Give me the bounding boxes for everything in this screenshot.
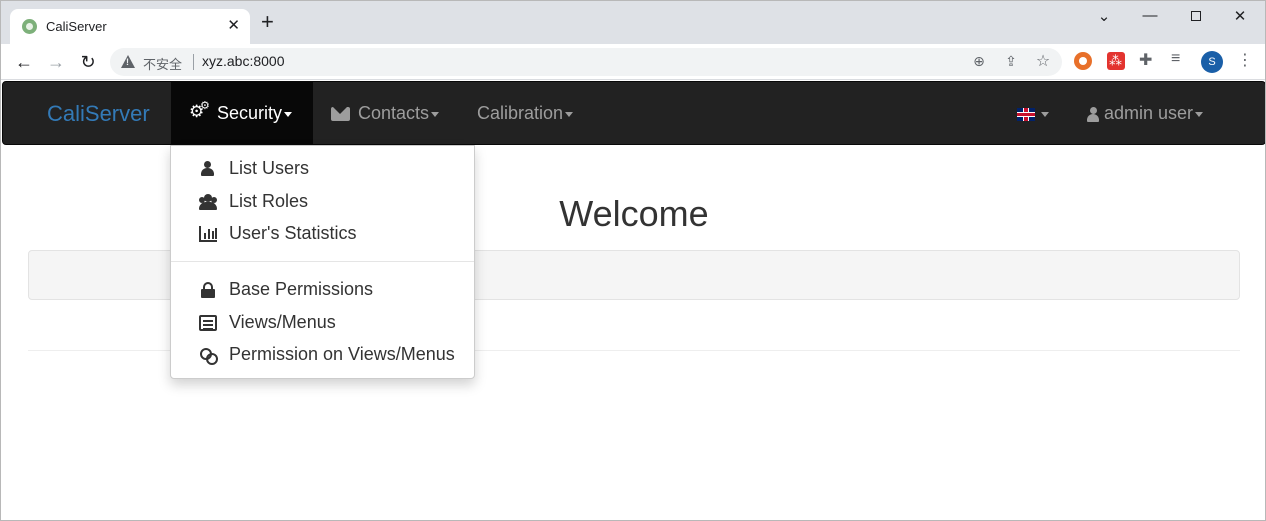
menu-item-label: List Users	[229, 158, 310, 178]
tab-close-button[interactable]: ✕	[227, 17, 240, 35]
reload-icon[interactable]: ↻	[77, 51, 99, 73]
caret-icon	[284, 111, 293, 117]
security-label[interactable]: 不安全	[143, 54, 182, 73]
menu-item-base-permissions[interactable]: Base Permissions	[171, 274, 474, 304]
profile-avatar[interactable]: S	[1201, 51, 1223, 73]
browser-toolbar: ← → ↻ 不安全 xyz.abc:8000 ⊕ ⇪ ☆ ✚ ≡ S ⋮	[1, 44, 1265, 80]
address-divider	[193, 54, 194, 70]
nav-contacts[interactable]: Contacts	[313, 82, 453, 144]
back-icon[interactable]: ←	[13, 51, 35, 73]
new-tab-button[interactable]: +	[261, 11, 274, 33]
nav-calibration-label: Calibration	[477, 103, 564, 123]
address-bar[interactable]: 不安全 xyz.abc:8000 ⊕ ⇪ ☆	[110, 48, 1062, 76]
nav-security[interactable]: Security	[171, 82, 313, 144]
menu-item-label: Views/Menus	[229, 312, 336, 332]
nav-calibration[interactable]: Calibration	[459, 82, 589, 144]
menu-item-list-roles[interactable]: List Roles	[171, 186, 474, 216]
uk-flag-icon	[1017, 107, 1035, 121]
lock-icon	[199, 282, 217, 298]
url-text[interactable]: xyz.abc:8000	[202, 53, 285, 69]
menu-item-label: Permission on Views/Menus	[229, 344, 455, 364]
menu-item-label: User's Statistics	[229, 223, 357, 243]
user-icon	[199, 161, 217, 177]
nav-security-label: Security	[217, 103, 283, 123]
extension-red-icon[interactable]	[1107, 52, 1125, 70]
nav-contacts-label: Contacts	[358, 103, 430, 123]
link-icon	[199, 347, 218, 365]
browser-window: CaliServer ✕ + ⌄ — ✕ ← → ↻ 不安全 xyz.abc:8…	[0, 0, 1266, 521]
extension-orange-icon[interactable]	[1074, 52, 1092, 70]
menu-item-list-users[interactable]: List Users	[171, 153, 474, 183]
media-icon[interactable]: ≡	[1171, 50, 1180, 68]
nav-user-label: admin user	[1104, 103, 1194, 123]
share-icon[interactable]: ⇪	[1002, 53, 1020, 70]
favicon-icon	[22, 19, 37, 34]
cogs-icon	[189, 99, 211, 123]
close-window-button[interactable]: ✕	[1230, 7, 1250, 25]
menu-item-permission-views-menus[interactable]: Permission on Views/Menus	[171, 339, 474, 369]
brand-link[interactable]: CaliServer	[47, 101, 150, 127]
nav-language[interactable]	[1003, 82, 1063, 144]
app-navbar: CaliServer Security Contacts Calibration…	[2, 81, 1265, 145]
maximize-button[interactable]	[1186, 7, 1206, 25]
tab-strip: CaliServer ✕ + ⌄ — ✕	[1, 1, 1265, 44]
star-icon[interactable]: ☆	[1034, 51, 1052, 71]
browser-tab[interactable]: CaliServer ✕	[10, 9, 250, 44]
envelope-icon	[331, 107, 350, 122]
warning-icon[interactable]	[121, 55, 135, 68]
caret-icon	[1195, 111, 1204, 117]
menu-item-label: Base Permissions	[229, 279, 374, 299]
zoom-icon[interactable]: ⊕	[970, 53, 988, 70]
kebab-icon[interactable]: ⋮	[1237, 50, 1253, 70]
tab-search-icon[interactable]: ⌄	[1094, 7, 1114, 25]
menu-item-user-statistics[interactable]: User's Statistics	[171, 218, 474, 248]
puzzle-icon[interactable]: ✚	[1139, 50, 1152, 70]
minimize-button[interactable]: —	[1140, 7, 1160, 24]
bar-chart-icon	[199, 226, 217, 242]
forward-icon[interactable]: →	[45, 51, 67, 73]
menu-item-views-menus[interactable]: Views/Menus	[171, 307, 474, 337]
security-dropdown-menu: List Users List Roles User's Statistics …	[170, 145, 475, 379]
caret-icon	[431, 111, 440, 117]
nav-user[interactable]: admin user	[1071, 82, 1231, 144]
users-icon	[199, 194, 217, 210]
caret-icon	[565, 111, 574, 117]
menu-divider	[171, 261, 474, 262]
tab-title: CaliServer	[46, 19, 107, 34]
menu-item-label: List Roles	[229, 191, 309, 211]
list-alt-icon	[199, 315, 217, 331]
caret-icon	[1041, 111, 1049, 117]
user-icon	[1087, 106, 1099, 122]
